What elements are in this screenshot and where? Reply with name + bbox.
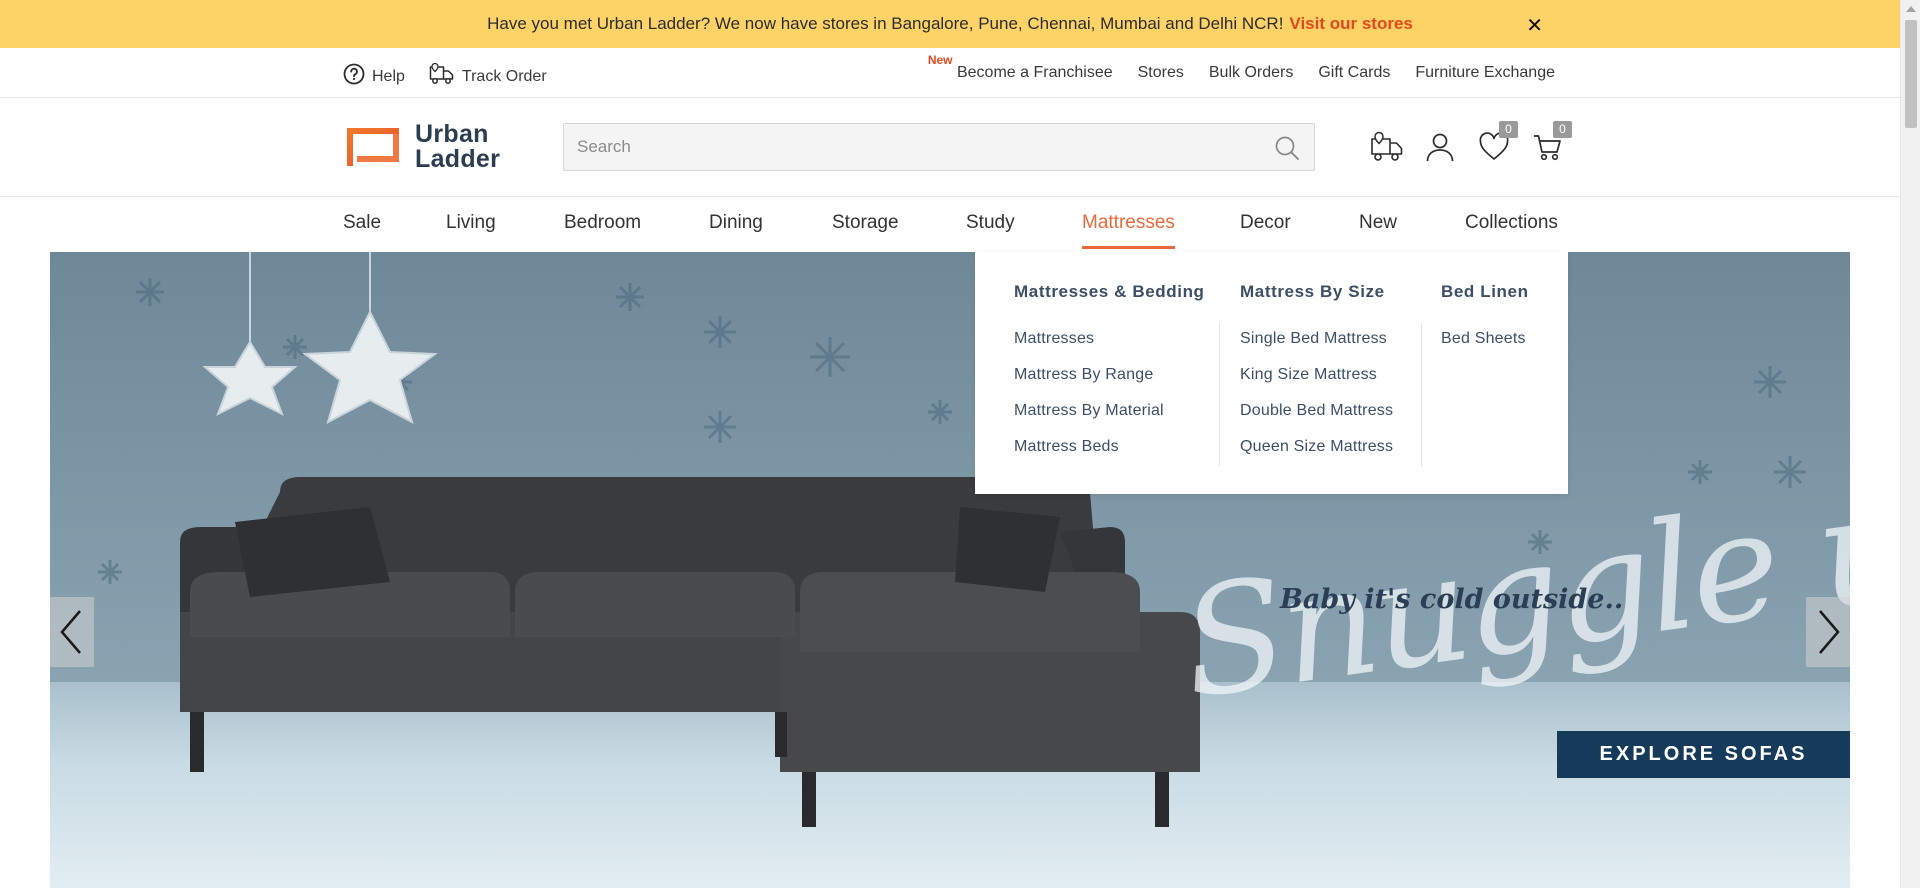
- hero-tagline: Baby it's cold outside..: [1280, 584, 1624, 615]
- menu-heading-mattresses-bedding[interactable]: Mattresses & Bedding: [1014, 282, 1205, 302]
- stores-link[interactable]: Stores: [1138, 64, 1184, 82]
- heart-icon: [1478, 132, 1510, 167]
- menu-column-bed-linen: Bed Linen Bed Sheets: [1441, 282, 1529, 366]
- explore-sofas-button[interactable]: EXPLORE SOFAS: [1557, 731, 1850, 778]
- menu-link-bed-sheets[interactable]: Bed Sheets: [1441, 330, 1529, 366]
- announcement-text: Have you met Urban Ladder? We now have s…: [487, 14, 1284, 33]
- main-header: Urban Ladder 0: [0, 98, 1900, 197]
- menu-heading-bed-linen[interactable]: Bed Linen: [1441, 282, 1529, 302]
- menu-link-mattress-by-material[interactable]: Mattress By Material: [1014, 402, 1205, 438]
- menu-link-mattress-by-range[interactable]: Mattress By Range: [1014, 366, 1205, 402]
- cart-icon: [1532, 135, 1564, 167]
- visit-stores-link[interactable]: Visit our stores: [1289, 14, 1412, 34]
- search-input[interactable]: [564, 124, 1254, 170]
- new-badge: New: [927, 53, 953, 67]
- nav-storage[interactable]: Storage: [832, 212, 899, 234]
- search-icon[interactable]: [1274, 135, 1300, 166]
- wishlist-count-badge: 0: [1499, 121, 1518, 138]
- menu-link-mattresses[interactable]: Mattresses: [1014, 330, 1205, 366]
- wishlist-button[interactable]: 0: [1478, 121, 1518, 163]
- help-label: Help: [372, 67, 405, 85]
- nav-study[interactable]: Study: [966, 212, 1015, 234]
- logo-text: Urban Ladder: [415, 122, 500, 172]
- scrollbar-thumb[interactable]: [1905, 20, 1917, 128]
- hero-banner[interactable]: Snuggle up Baby it's cold outside.. EXPL…: [50, 252, 1850, 888]
- carousel-prev-button[interactable]: [50, 597, 94, 667]
- help-icon: [343, 63, 365, 90]
- menu-link-single-bed-mattress[interactable]: Single Bed Mattress: [1240, 330, 1393, 366]
- menu-divider: [1421, 324, 1422, 466]
- become-franchisee-link[interactable]: New Become a Franchisee: [928, 53, 1113, 82]
- cart-count-badge: 0: [1553, 121, 1572, 138]
- page-scrollbar[interactable]: [1900, 0, 1920, 888]
- nav-decor[interactable]: Decor: [1240, 212, 1291, 234]
- menu-column-mattress-by-size: Mattress By Size Single Bed Mattress Kin…: [1240, 282, 1393, 474]
- nav-mattresses[interactable]: Mattresses: [1082, 212, 1175, 249]
- mattresses-mega-menu: Mattresses & Bedding Mattresses Mattress…: [975, 252, 1568, 494]
- account-button[interactable]: [1424, 131, 1456, 163]
- nav-collections[interactable]: Collections: [1465, 212, 1558, 234]
- help-link[interactable]: Help: [343, 63, 405, 90]
- track-order-header-button[interactable]: [1370, 131, 1403, 163]
- menu-heading-mattress-by-size[interactable]: Mattress By Size: [1240, 282, 1393, 302]
- urban-ladder-logo[interactable]: Urban Ladder: [343, 122, 500, 172]
- menu-link-king-size-mattress[interactable]: King Size Mattress: [1240, 366, 1393, 402]
- menu-link-double-bed-mattress[interactable]: Double Bed Mattress: [1240, 402, 1393, 438]
- menu-link-mattress-beds[interactable]: Mattress Beds: [1014, 438, 1205, 474]
- announcement-bar: Have you met Urban Ladder? We now have s…: [0, 0, 1900, 48]
- utility-bar: Help Track Order New Become a Franchisee…: [0, 48, 1900, 98]
- become-franchisee-label: Become a Franchisee: [956, 64, 1113, 81]
- logo-line-2: Ladder: [415, 145, 501, 173]
- category-nav: Sale Living Bedroom Dining Storage Study…: [0, 197, 1900, 252]
- logo-mark-icon: [343, 124, 403, 170]
- truck-icon: [429, 62, 455, 91]
- menu-column-mattresses-bedding: Mattresses & Bedding Mattresses Mattress…: [1014, 282, 1205, 474]
- carousel-next-button[interactable]: [1806, 597, 1850, 667]
- cart-button[interactable]: 0: [1532, 121, 1572, 163]
- truck-icon: [1370, 131, 1404, 167]
- nav-living[interactable]: Living: [446, 212, 496, 234]
- user-icon: [1424, 133, 1456, 167]
- gift-cards-link[interactable]: Gift Cards: [1318, 64, 1390, 82]
- menu-link-queen-size-mattress[interactable]: Queen Size Mattress: [1240, 438, 1393, 474]
- nav-bedroom[interactable]: Bedroom: [564, 212, 641, 234]
- close-announcement-button[interactable]: ✕: [1526, 13, 1543, 38]
- nav-dining[interactable]: Dining: [709, 212, 763, 234]
- search-box: [563, 123, 1315, 171]
- bulk-orders-link[interactable]: Bulk Orders: [1209, 64, 1293, 82]
- furniture-exchange-link[interactable]: Furniture Exchange: [1415, 64, 1555, 82]
- nav-sale[interactable]: Sale: [343, 212, 381, 234]
- menu-divider: [1219, 324, 1220, 466]
- nav-new[interactable]: New: [1359, 212, 1397, 234]
- track-order-link[interactable]: Track Order: [429, 62, 547, 91]
- track-order-label: Track Order: [461, 67, 547, 85]
- chevron-right-icon: [1806, 610, 1850, 671]
- chevron-left-icon: [50, 610, 94, 671]
- logo-line-1: Urban: [415, 120, 489, 148]
- scroll-up-arrow-icon[interactable]: [1906, 6, 1916, 12]
